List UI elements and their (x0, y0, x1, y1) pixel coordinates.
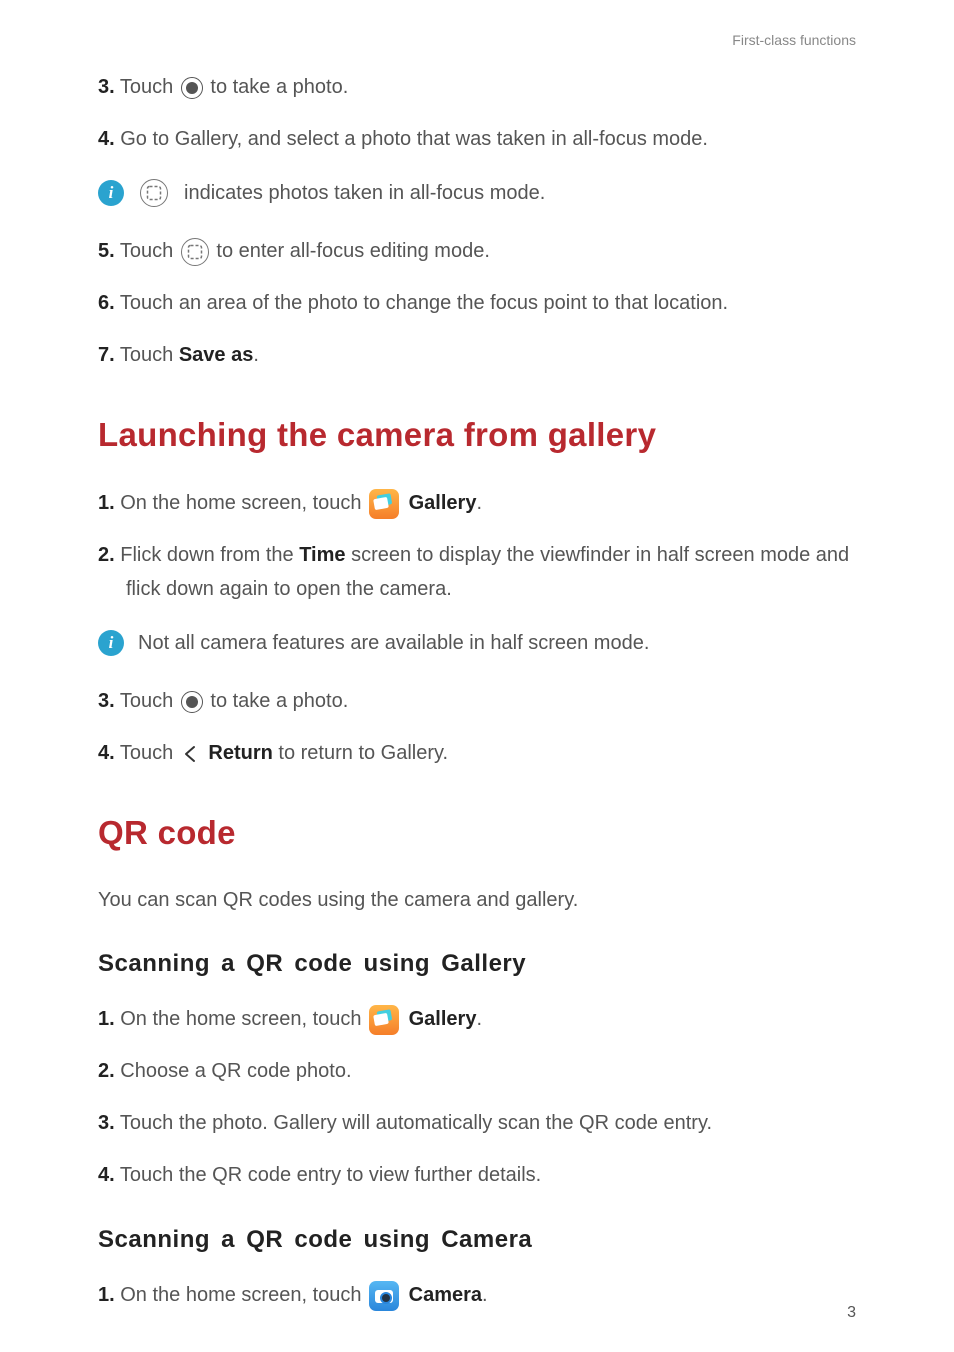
launch-step-4: 4. Touch Return to return to Gallery. (98, 736, 856, 770)
shutter-icon (181, 691, 203, 713)
step-6-change-focus: 6. Touch an area of the photo to change … (98, 286, 856, 320)
step-text-post: to take a photo. (210, 690, 348, 712)
step-text: Choose a QR code photo. (120, 1060, 351, 1082)
step-number: 4. (98, 1164, 115, 1186)
step-text-post: . (476, 492, 482, 514)
step-number: 5. (98, 240, 115, 262)
step-text: Touch an area of the photo to change the… (120, 292, 728, 314)
step-number: 3. (98, 1112, 115, 1134)
step-number: 6. (98, 292, 115, 314)
step-text-post: to take a photo. (210, 76, 348, 98)
time-label: Time (299, 544, 345, 566)
info-icon: i (98, 630, 124, 656)
page-header-label: First-class functions (732, 32, 856, 48)
step-7-save-as: 7. Touch Save as. (98, 338, 856, 372)
step-text-pre: Touch (120, 240, 179, 262)
step-text: Touch the QR code entry to view further … (120, 1164, 541, 1186)
launch-step-3: 3. Touch to take a photo. (98, 684, 856, 718)
save-as-label: Save as (179, 344, 254, 366)
note-text: indicates photos taken in all-focus mode… (184, 178, 545, 208)
camera-label: Camera (409, 1284, 482, 1306)
qr-gallery-step-4: 4. Touch the QR code entry to view furth… (98, 1158, 856, 1192)
qr-gallery-step-2: 2. Choose a QR code photo. (98, 1054, 856, 1088)
step-3-photo: 3. Touch to take a photo. (98, 70, 856, 104)
step-number: 1. (98, 1284, 115, 1306)
heading-scan-camera: Scanning a QR code using Camera (98, 1226, 856, 1254)
info-note-allfocus: i indicates photos taken in all-focus mo… (98, 178, 856, 208)
page-number: 3 (847, 1304, 856, 1322)
step-text-pre: Touch (120, 76, 179, 98)
step-text-post: . (476, 1008, 482, 1030)
gallery-app-icon (369, 489, 399, 519)
heading-scan-gallery: Scanning a QR code using Gallery (98, 950, 856, 978)
back-icon (181, 744, 201, 764)
qr-gallery-step-1: 1. On the home screen, touch Gallery. (98, 1002, 856, 1036)
qr-camera-step-1: 1. On the home screen, touch Camera. (98, 1278, 856, 1312)
launch-step-2: 2. Flick down from the Time screen to di… (98, 538, 856, 606)
step-text-post: to return to Gallery. (273, 742, 448, 764)
qr-intro-paragraph: You can scan QR codes using the camera a… (98, 884, 856, 916)
step-number: 4. (98, 742, 115, 764)
step-text-post: . (482, 1284, 488, 1306)
step-text-post: to enter all-focus editing mode. (216, 240, 490, 262)
shutter-icon (181, 77, 203, 99)
step-text-pre: Touch (120, 690, 179, 712)
step-number: 3. (98, 690, 115, 712)
step-text-pre: Touch (120, 742, 179, 764)
gallery-label: Gallery (409, 1008, 477, 1030)
gallery-label: Gallery (409, 492, 477, 514)
step-5-enter-allfocus: 5. Touch to enter all-focus editing mode… (98, 234, 856, 268)
step-number: 1. (98, 1008, 115, 1030)
info-note-halfscreen: i Not all camera features are available … (98, 628, 856, 658)
launch-step-1: 1. On the home screen, touch Gallery. (98, 486, 856, 520)
allfocus-icon (140, 179, 168, 207)
step-4-gallery: 4. Go to Gallery, and select a photo tha… (98, 122, 856, 156)
step-number: 4. (98, 128, 115, 150)
qr-gallery-step-3: 3. Touch the photo. Gallery will automat… (98, 1106, 856, 1140)
step-number: 1. (98, 492, 115, 514)
step-number: 3. (98, 76, 115, 98)
step-text-pre: On the home screen, touch (120, 1284, 367, 1306)
step-text-pre: Flick down from the (120, 544, 299, 566)
step-text-pre: On the home screen, touch (120, 1008, 367, 1030)
step-text-post: . (253, 344, 259, 366)
heading-qr-code: QR code (98, 814, 856, 852)
allfocus-icon (181, 238, 209, 266)
step-number: 7. (98, 344, 115, 366)
info-icon: i (98, 180, 124, 206)
heading-launching-camera: Launching the camera from gallery (98, 416, 856, 454)
step-text: Go to Gallery, and select a photo that w… (120, 128, 708, 150)
step-text-pre: Touch (120, 344, 179, 366)
camera-app-icon (369, 1281, 399, 1311)
step-number: 2. (98, 544, 115, 566)
note-text: Not all camera features are available in… (138, 628, 649, 658)
step-text-pre: On the home screen, touch (120, 492, 367, 514)
step-number: 2. (98, 1060, 115, 1082)
step-text: Touch the photo. Gallery will automatica… (120, 1112, 712, 1134)
return-label: Return (208, 742, 272, 764)
gallery-app-icon (369, 1005, 399, 1035)
